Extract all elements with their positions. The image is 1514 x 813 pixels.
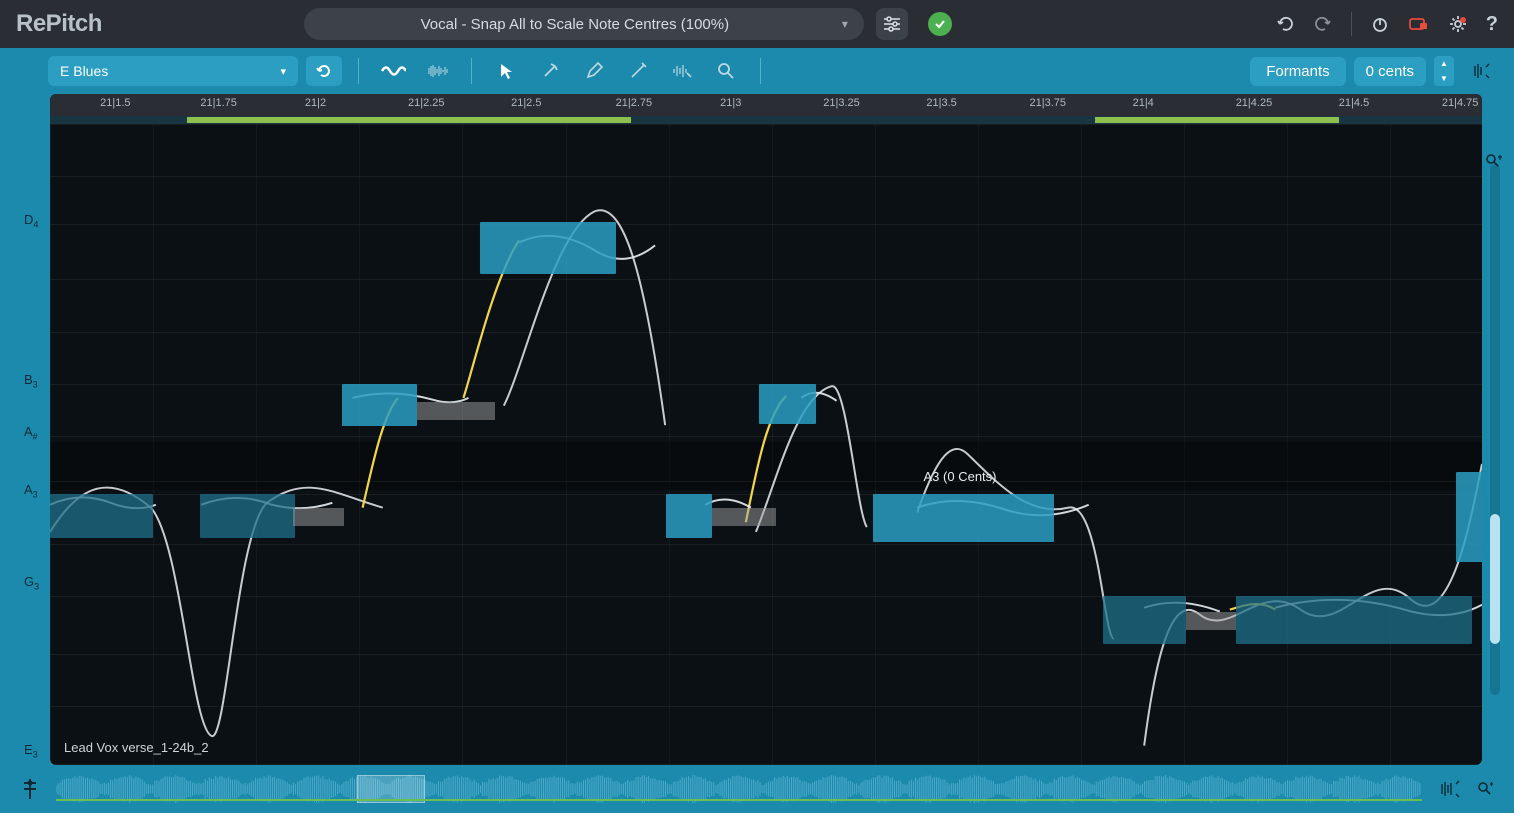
separator xyxy=(358,58,359,84)
ruler-tick: 21|2.25 xyxy=(408,97,445,109)
overview-strip xyxy=(50,116,1482,124)
width-control[interactable] xyxy=(1462,56,1498,86)
note-label: B3 xyxy=(24,372,38,390)
scroll-thumb[interactable] xyxy=(1490,514,1500,644)
line-tool[interactable] xyxy=(620,56,656,86)
note-block[interactable] xyxy=(200,494,295,538)
cursor-tool[interactable] xyxy=(488,56,524,86)
separator xyxy=(471,58,472,84)
note-label: E3 xyxy=(24,742,38,760)
top-bar: RePitch Vocal - Snap All to Scale Note C… xyxy=(0,0,1514,48)
marker-icon[interactable] xyxy=(20,777,40,801)
note-block[interactable] xyxy=(873,494,1053,542)
chevron-down-icon[interactable]: ▾ xyxy=(834,17,856,31)
ruler-tick: 21|4.5 xyxy=(1339,97,1369,109)
ruler-tick: 21|3.5 xyxy=(926,97,956,109)
ruler-tick: 21|4 xyxy=(1133,97,1154,109)
note-tail xyxy=(417,402,496,420)
note-block[interactable] xyxy=(480,222,616,274)
toolbar: E Blues ▾ Formants 0 cents ▲ ▼ xyxy=(0,48,1514,94)
note-tail xyxy=(293,508,343,526)
cut-tool[interactable] xyxy=(532,56,568,86)
zoom-fit-horizontal-icon[interactable] xyxy=(1476,780,1494,798)
note-block[interactable] xyxy=(759,384,816,424)
cents-display[interactable]: 0 cents xyxy=(1354,57,1426,86)
waveform-overview[interactable] xyxy=(56,775,1422,803)
sliders-icon xyxy=(883,16,901,32)
ruler-tick: 21|4.75 xyxy=(1442,97,1479,109)
scroll-track[interactable] xyxy=(1490,164,1500,695)
note-block[interactable] xyxy=(1456,472,1482,562)
bottom-overview-bar xyxy=(10,769,1504,809)
wave-tool[interactable] xyxy=(375,56,411,86)
ruler-tick: 21|2.75 xyxy=(616,97,653,109)
preset-label: Vocal - Snap All to Scale Note Centres (… xyxy=(324,16,826,33)
power-button[interactable] xyxy=(1370,14,1390,34)
redo-button[interactable] xyxy=(1313,14,1333,34)
multitool[interactable] xyxy=(664,56,700,86)
ruler-tick: 21|1.75 xyxy=(200,97,237,109)
note-label: G3 xyxy=(24,574,39,592)
note-label: A3 xyxy=(24,482,38,500)
note-tail xyxy=(712,508,776,526)
ruler-tick: 21|3.25 xyxy=(823,97,860,109)
note-block[interactable] xyxy=(50,494,153,538)
preset-settings-button[interactable] xyxy=(876,8,908,40)
time-ruler[interactable]: 21|1.5 21|1.75 21|2 21|2.25 21|2.5 21|2.75 21|… xyxy=(50,94,1482,116)
app-logo: RePitch xyxy=(16,10,102,38)
link-lock-icon[interactable] xyxy=(1408,15,1430,33)
scale-selector[interactable]: E Blues ▾ xyxy=(48,56,298,86)
note-tooltip: A3 (0 Cents) xyxy=(924,469,997,484)
vertical-scrollbar[interactable] xyxy=(1482,94,1504,765)
progress-line xyxy=(56,799,1422,801)
ruler-tick: 21|3 xyxy=(720,97,741,109)
scale-label: E Blues xyxy=(60,63,108,79)
cents-stepper[interactable]: ▲ ▼ xyxy=(1434,56,1454,86)
note-block[interactable] xyxy=(1236,596,1472,644)
ruler-tick: 21|1.5 xyxy=(100,97,130,109)
stepper-down-icon[interactable]: ▼ xyxy=(1434,71,1454,86)
chevron-down-icon: ▾ xyxy=(280,65,286,78)
piano-roll[interactable]: D4 B3 A# A3 G3 E3 xyxy=(10,94,50,765)
help-button[interactable]: ? xyxy=(1486,13,1498,36)
zoom-tool[interactable] xyxy=(708,56,744,86)
status-ok-icon xyxy=(928,12,952,36)
note-block[interactable] xyxy=(342,384,416,426)
refresh-button[interactable] xyxy=(306,56,342,86)
note-tail xyxy=(1186,612,1236,630)
preset-selector[interactable]: Vocal - Snap All to Scale Note Centres (… xyxy=(304,8,864,40)
note-label: D4 xyxy=(24,212,38,230)
note-block[interactable] xyxy=(666,494,712,538)
ruler-tick: 21|2 xyxy=(305,97,326,109)
note-block[interactable] xyxy=(1103,596,1186,644)
editor-container: D4B3A#A3G3E3 21|1.521|1.7521|221|2.2521|… xyxy=(10,94,1504,765)
formants-button[interactable]: Formants xyxy=(1250,57,1345,86)
divider xyxy=(1351,12,1352,36)
settings-gear-icon[interactable] xyxy=(1448,14,1468,34)
clip-name-label: Lead Vox verse_1-24b_2 xyxy=(64,740,209,755)
pencil-tool[interactable] xyxy=(576,56,612,86)
grid-area[interactable]: A3 (0 Cents) Lead Vox verse_1-24b_2 xyxy=(50,124,1482,765)
pitch-editor[interactable]: 21|1.5 21|1.75 21|2 21|2.25 21|2.5 21|2.75 21|… xyxy=(50,94,1482,765)
waveform-expand-icon[interactable] xyxy=(1438,780,1460,798)
noise-tool[interactable] xyxy=(419,56,455,86)
ruler-tick: 21|4.25 xyxy=(1236,97,1273,109)
ruler-tick: 21|2.5 xyxy=(511,97,541,109)
pitch-curve xyxy=(50,124,1482,765)
stepper-up-icon[interactable]: ▲ xyxy=(1434,56,1454,71)
undo-button[interactable] xyxy=(1275,14,1295,34)
separator xyxy=(760,58,761,84)
ruler-tick: 21|3.75 xyxy=(1029,97,1066,109)
note-label: A# xyxy=(24,424,38,442)
